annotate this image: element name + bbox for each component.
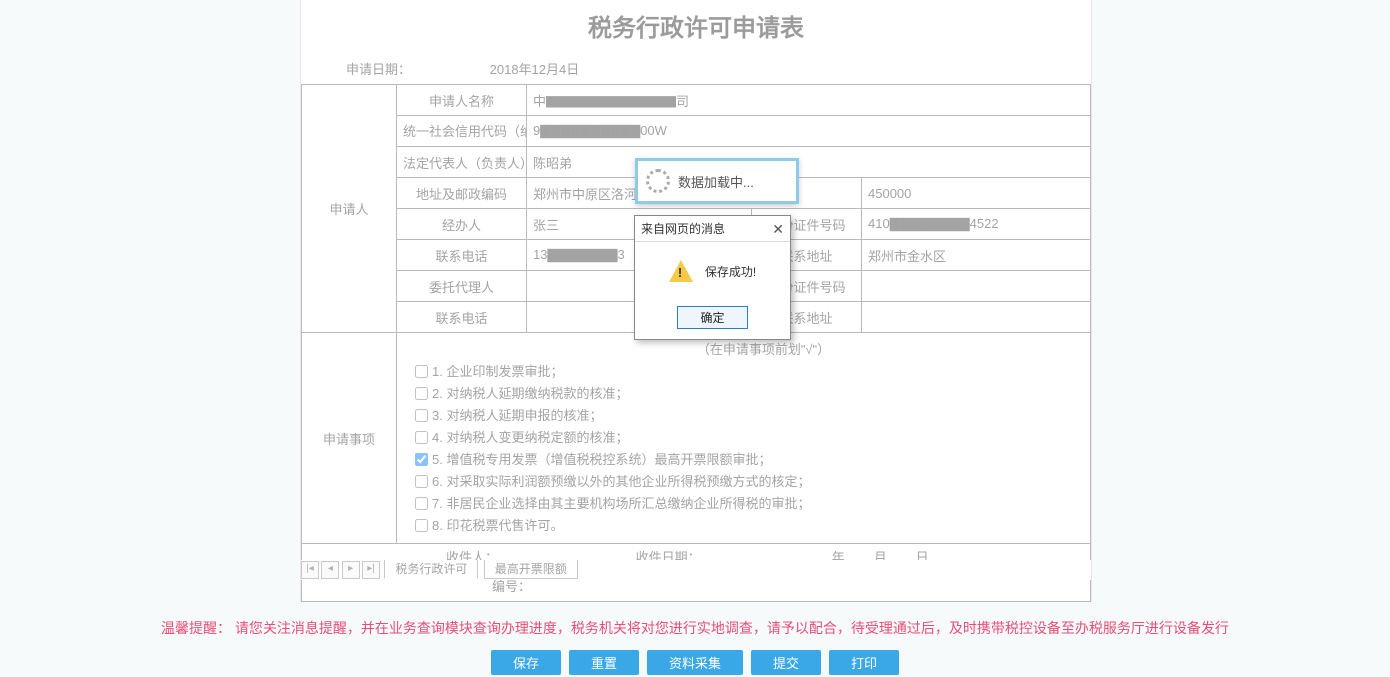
action-button-2[interactable]: 资料采集 bbox=[647, 650, 743, 675]
close-icon[interactable]: ✕ bbox=[772, 222, 784, 236]
spinner-icon bbox=[646, 169, 670, 193]
dialog-message: 保存成功! bbox=[705, 263, 756, 280]
loading-toast: 数据加载中... bbox=[635, 158, 799, 204]
toast-text: 数据加载中... bbox=[678, 172, 754, 191]
alert-dialog: 来自网页的消息 ✕ 保存成功! 确定 bbox=[634, 215, 791, 340]
dialog-title: 来自网页的消息 bbox=[641, 220, 725, 237]
ok-button[interactable]: 确定 bbox=[677, 306, 747, 329]
action-button-4[interactable]: 打印 bbox=[829, 650, 899, 675]
bottom-button-bar: 保存重置资料采集提交打印 bbox=[0, 650, 1390, 675]
action-button-1[interactable]: 重置 bbox=[569, 650, 639, 675]
warning-icon bbox=[669, 260, 693, 282]
action-button-3[interactable]: 提交 bbox=[751, 650, 821, 675]
action-button-0[interactable]: 保存 bbox=[491, 650, 561, 675]
tip-text: 温馨提醒： 请您关注消息提醒，并在业务查询模块查询办理进度，税务机关将对您进行实… bbox=[0, 618, 1390, 638]
